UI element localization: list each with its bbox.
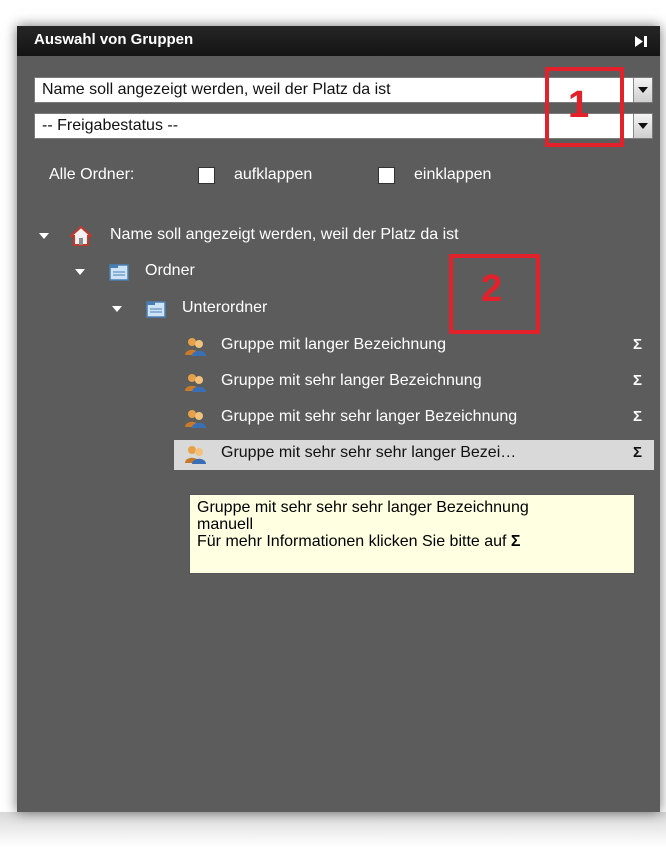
tree-group-label[interactable]: Gruppe mit sehr sehr sehr langer Bezei…	[221, 444, 516, 462]
tree-node-subfolder[interactable]: Unterordner	[17, 295, 660, 325]
annotation-number-1: 1	[568, 84, 590, 126]
annotation-number-2: 2	[481, 268, 503, 310]
folder-icon	[109, 264, 129, 281]
sigma-icon: Σ	[510, 533, 521, 550]
sigma-icon[interactable]: Σ	[633, 336, 642, 353]
collapse-all-label[interactable]: einklappen	[414, 166, 491, 184]
panel-title: Auswahl von Gruppen	[34, 31, 194, 48]
page-shadow	[0, 812, 666, 847]
user-group-icon	[185, 446, 206, 464]
tree-group-item[interactable]: Gruppe mit sehr sehr langer Bezeichnung …	[174, 404, 654, 434]
tree-node-root[interactable]: Name soll angezeigt werden, weil der Pla…	[17, 222, 660, 252]
expand-triangle-icon[interactable]	[75, 269, 85, 275]
tree-node-root-label[interactable]: Name soll angezeigt werden, weil der Pla…	[110, 226, 459, 244]
expand-all-label[interactable]: aufklappen	[234, 166, 312, 184]
expand-triangle-icon[interactable]	[112, 306, 122, 312]
sigma-icon[interactable]: Σ	[633, 372, 642, 389]
tooltip-type: manuell	[197, 516, 254, 533]
tree-group-item-selected[interactable]: Gruppe mit sehr sehr sehr langer Bezei… …	[174, 440, 654, 470]
chevron-down-icon[interactable]	[633, 78, 652, 102]
tooltip-hint-text: Für mehr Informationen klicken Sie bitte…	[197, 533, 511, 550]
tree-group-label[interactable]: Gruppe mit langer Bezeichnung	[221, 336, 446, 354]
tree-node-folder[interactable]: Ordner	[17, 258, 660, 288]
user-group-icon	[185, 338, 206, 356]
sigma-icon[interactable]: Σ	[633, 444, 642, 461]
panel-titlebar: Auswahl von Gruppen	[17, 26, 660, 56]
tree-group-label[interactable]: Gruppe mit sehr langer Bezeichnung	[221, 372, 482, 390]
tooltip-title: Gruppe mit sehr sehr sehr langer Bezeich…	[197, 499, 529, 516]
expand-all-checkbox[interactable]	[198, 167, 215, 184]
chevron-down-icon[interactable]	[633, 114, 652, 138]
expand-triangle-icon[interactable]	[39, 233, 49, 239]
project-select-value: Name soll angezeigt werden, weil der Pla…	[42, 81, 391, 98]
folder-icon	[146, 301, 166, 318]
tree-node-subfolder-label[interactable]: Unterordner	[182, 299, 267, 317]
tree-group-item[interactable]: Gruppe mit sehr langer Bezeichnung Σ	[174, 368, 654, 398]
collapse-all-checkbox[interactable]	[378, 167, 395, 184]
group-tooltip: Gruppe mit sehr sehr sehr langer Bezeich…	[189, 494, 635, 574]
sigma-icon[interactable]: Σ	[633, 408, 642, 425]
user-group-icon	[185, 374, 206, 392]
all-folders-label: Alle Ordner:	[49, 166, 135, 183]
home-icon	[70, 226, 92, 246]
user-group-icon	[185, 410, 206, 428]
collapse-right-icon[interactable]	[634, 35, 648, 48]
status-select-value: -- Freigabestatus --	[42, 117, 179, 134]
tree-node-folder-label[interactable]: Ordner	[145, 262, 195, 280]
tree-group-item[interactable]: Gruppe mit langer Bezeichnung Σ	[174, 332, 654, 362]
tree-group-label[interactable]: Gruppe mit sehr sehr langer Bezeichnung	[221, 408, 517, 426]
tooltip-hint: Für mehr Informationen klicken Sie bitte…	[197, 533, 634, 550]
